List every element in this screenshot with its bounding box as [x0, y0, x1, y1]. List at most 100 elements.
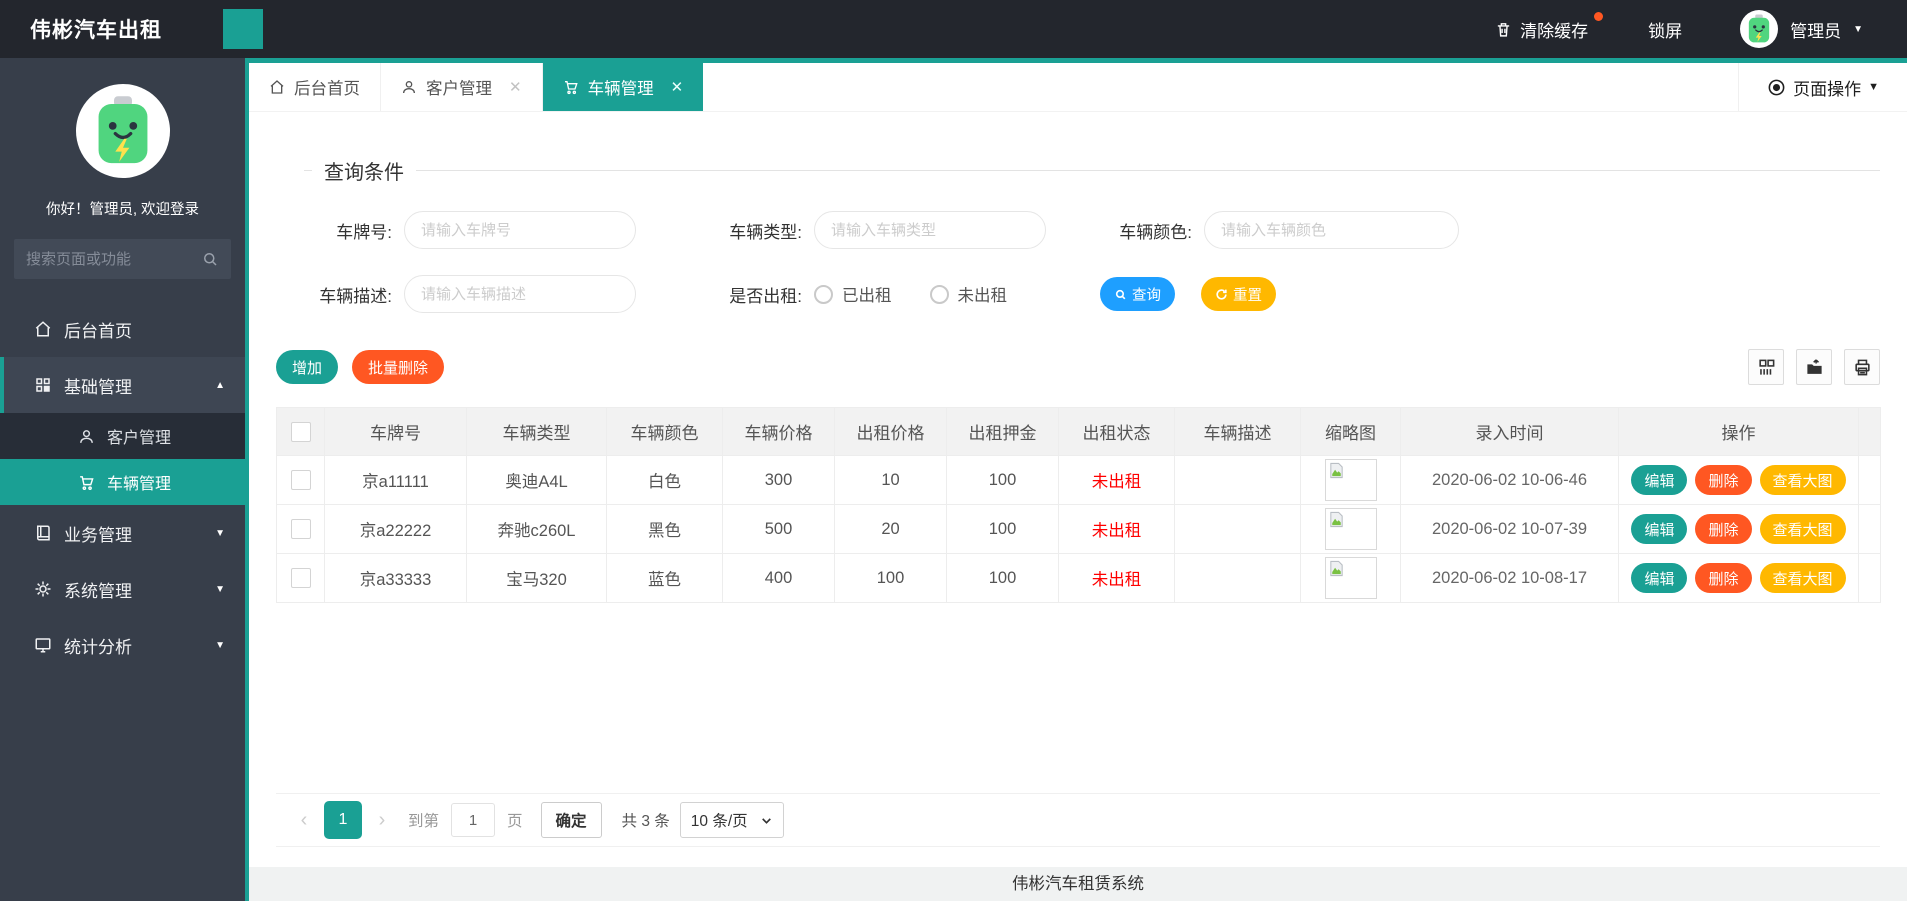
sidebar-item-home[interactable]: 后台首页 — [0, 301, 245, 357]
col-rent-price: 出租价格 — [834, 407, 947, 456]
cell-actions: 编辑 删除 查看大图 — [1618, 553, 1859, 603]
trash-icon — [1497, 22, 1510, 37]
sidebar-item-customer-mgmt[interactable]: 客户管理 — [0, 413, 245, 459]
batch-delete-button[interactable]: 批量删除 — [352, 350, 445, 384]
view-image-button[interactable]: 查看大图 — [1759, 465, 1846, 495]
columns-toggle-button[interactable] — [1748, 349, 1784, 385]
profile-avatar[interactable] — [75, 84, 170, 178]
sidebar-search — [14, 239, 231, 279]
table-row: 京a11111 奥迪A4L 白色 300 10 100 未出租 2020-06-… — [276, 455, 1881, 505]
reset-button[interactable]: 重置 — [1201, 277, 1276, 311]
cell-rent: 20 — [834, 504, 947, 554]
add-button[interactable]: 增加 — [276, 350, 339, 384]
header-actions: 清除缓存 锁屏 管理员 ▼ — [1495, 10, 1863, 48]
radio-rented[interactable]: 已出租 — [814, 282, 892, 306]
thumbnail[interactable] — [1324, 508, 1377, 550]
clear-cache-button[interactable]: 清除缓存 — [1495, 11, 1604, 42]
sidebar-item-system-mgmt[interactable]: 系统管理 ▼ — [0, 561, 245, 617]
desc-input[interactable] — [404, 275, 636, 313]
thumbnail[interactable] — [1324, 557, 1377, 599]
current-page-button[interactable]: 1 — [324, 801, 362, 839]
tab-home[interactable]: 后台首页 — [249, 63, 381, 111]
pagination: ‹ 1 › 到第 页 确定 共 3 条 10 条/页 — [276, 793, 1880, 847]
cell-color: 白色 — [606, 455, 723, 505]
col-type: 车辆类型 — [466, 407, 607, 456]
footer: 伟彬汽车租赁系统 — [249, 867, 1907, 901]
row-checkbox[interactable] — [290, 470, 311, 490]
user-icon — [80, 429, 93, 443]
edit-button[interactable]: 编辑 — [1631, 465, 1688, 495]
menu-collapse-button[interactable] — [223, 9, 263, 49]
view-image-button[interactable]: 查看大图 — [1759, 563, 1846, 593]
book-icon — [37, 525, 50, 541]
table-tools — [1748, 349, 1880, 385]
sidebar-search-input[interactable] — [26, 250, 201, 268]
next-page-button[interactable]: › — [364, 809, 400, 832]
export-button[interactable] — [1796, 349, 1832, 385]
dot-circle-icon — [1768, 79, 1785, 95]
color-input[interactable] — [1204, 211, 1459, 249]
export-icon — [1806, 358, 1822, 374]
type-input[interactable] — [814, 211, 1046, 249]
edit-button[interactable]: 编辑 — [1631, 563, 1688, 593]
search-button[interactable]: 查询 — [1100, 277, 1175, 311]
radio-rented-label: 已出租 — [842, 287, 892, 305]
user-menu[interactable]: 管理员 ▼ — [1740, 10, 1863, 48]
status-badge: 未出租 — [1058, 553, 1175, 603]
delete-button[interactable]: 删除 — [1695, 563, 1752, 593]
thumbnail[interactable] — [1324, 459, 1377, 501]
col-desc: 车辆描述 — [1174, 407, 1301, 456]
radio-available-label: 未出租 — [957, 287, 1008, 305]
plate-input[interactable] — [404, 211, 636, 249]
home-icon — [270, 80, 284, 94]
sidebar-item-business-mgmt[interactable]: 业务管理 ▼ — [0, 505, 245, 561]
tab-vehicle-mgmt[interactable]: 车辆管理 ✕ — [542, 63, 704, 111]
sidebar-item-basic-mgmt[interactable]: 基础管理 ▲ — [0, 357, 245, 413]
page-operations-dropdown[interactable]: 页面操作 ▼ — [1738, 63, 1907, 111]
edit-button[interactable]: 编辑 — [1631, 514, 1688, 544]
prev-page-button[interactable]: ‹ — [286, 809, 322, 832]
cell-rent: 10 — [834, 455, 947, 505]
chevron-down-icon: ▼ — [1853, 23, 1863, 35]
home-icon — [35, 321, 51, 337]
row-checkbox[interactable] — [290, 519, 311, 539]
status-badge: 未出租 — [1058, 504, 1175, 554]
sidebar-item-vehicle-mgmt[interactable]: 车辆管理 — [0, 459, 245, 505]
notification-dot — [1594, 11, 1604, 21]
cell-plate: 京a22222 — [324, 504, 467, 554]
goto-label: 到第 — [408, 813, 440, 830]
col-plate: 车牌号 — [324, 407, 467, 456]
print-button[interactable] — [1844, 349, 1880, 385]
lock-screen-button[interactable]: 锁屏 — [1648, 17, 1682, 42]
delete-button[interactable]: 删除 — [1695, 465, 1752, 495]
search-icon[interactable] — [201, 250, 219, 268]
view-image-button[interactable]: 查看大图 — [1759, 514, 1846, 544]
reset-button-label: 重置 — [1233, 287, 1262, 304]
col-price: 车辆价格 — [722, 407, 835, 456]
sidebar-item-label: 系统管理 — [64, 581, 132, 601]
delete-button[interactable]: 删除 — [1695, 514, 1752, 544]
broken-image-icon — [1329, 462, 1343, 479]
select-all-checkbox[interactable] — [290, 421, 311, 442]
sidebar-item-statistics[interactable]: 统计分析 ▼ — [0, 617, 245, 673]
row-checkbox[interactable] — [290, 568, 311, 588]
page-size-select[interactable]: 10 条/页 — [679, 802, 784, 838]
close-icon[interactable]: ✕ — [671, 78, 684, 96]
cell-deposit: 100 — [946, 455, 1059, 505]
username: 管理员 — [1790, 21, 1842, 41]
cell-time: 2020-06-02 10-08-17 — [1400, 553, 1619, 603]
tab-label: 车辆管理 — [587, 80, 654, 98]
battery-avatar-icon — [98, 96, 147, 164]
radio-available[interactable]: 未出租 — [929, 282, 1008, 306]
page-operations-label: 页面操作 — [1793, 79, 1862, 99]
close-icon[interactable]: ✕ — [509, 78, 522, 96]
col-thumbnail: 缩略图 — [1300, 407, 1401, 456]
tab-customer-mgmt[interactable]: 客户管理 ✕ — [381, 63, 543, 111]
cell-deposit: 100 — [946, 553, 1059, 603]
col-status: 出租状态 — [1058, 407, 1175, 456]
query-panel: 查询条件 车牌号: 车辆类型: 车辆颜色: 车辆描述: 是否出租: 已出租 — [304, 156, 1880, 313]
cell-price: 500 — [722, 504, 835, 554]
confirm-page-button[interactable]: 确定 — [540, 802, 602, 838]
main-area: 后台首页 客户管理 ✕ 车辆管理 ✕ 页面操作 ▼ 查询条件 车牌号: 车辆类型… — [245, 58, 1907, 901]
page-number-input[interactable] — [451, 803, 496, 837]
